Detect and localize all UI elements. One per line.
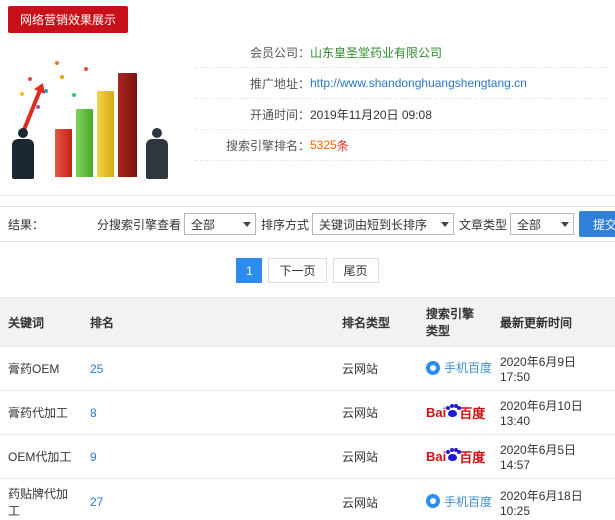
filter-bar: 结果： 分搜索引擎查看 全部 排序方式 关键词由短到长排序 文章类型 全部 提交 xyxy=(0,206,615,242)
page-title: 网络营销效果展示 xyxy=(8,6,129,33)
sort-filter-group: 排序方式 关键词由短到长排序 xyxy=(261,213,454,235)
chart-bar xyxy=(76,109,93,177)
chart-bar xyxy=(55,129,72,177)
rank-type-cell: 云网站 xyxy=(334,478,418,520)
filter-controls: 分搜索引擎查看 全部 排序方式 关键词由短到长排序 文章类型 全部 提交 xyxy=(97,211,615,237)
company-label: 会员公司： xyxy=(249,45,310,60)
header-rank-type: 排名类型 xyxy=(334,297,418,347)
keyword-cell: OEM代加工 xyxy=(0,434,82,479)
last-page-button[interactable]: 尾页 xyxy=(332,258,379,283)
rank-count-label: 搜索引擎排名： xyxy=(225,138,310,153)
table-row: 膏药OEM 25 云网站 Bai百度 手机百度 2020年6月9日 17:50 xyxy=(0,346,615,391)
engine-filter-group: 分搜索引擎查看 全部 xyxy=(97,213,256,235)
updated-cell: 2020年6月5日 14:57 xyxy=(492,434,615,479)
confetti-dot xyxy=(55,61,59,65)
confetti-dot xyxy=(20,92,24,96)
table-row: 药贴牌代加工 27 云网站 Bai百度 手机百度 2020年6月18日 10:2… xyxy=(0,478,615,520)
rank-type-cell: 云网站 xyxy=(334,346,418,391)
chevron-down-icon xyxy=(560,221,569,227)
article-type-filter-group: 文章类型 全部 xyxy=(459,213,574,235)
rank-cell[interactable]: 25 xyxy=(82,346,334,391)
search-engine-cell: Bai百度 手机百度 xyxy=(418,346,492,391)
info-row-open-time: 开通时间： 2019年11月20日 09:08 xyxy=(195,99,607,130)
rank-cell[interactable]: 9 xyxy=(82,434,334,479)
promotion-url-link[interactable]: http://www.shandonghuangshengtang.cn xyxy=(310,76,527,90)
summary-section: 会员公司： 山东皇圣堂药业有限公司 推广地址： http://www.shand… xyxy=(0,33,615,196)
submit-button[interactable]: 提交 xyxy=(578,211,615,237)
mobile-baidu-logo: 手机百度 xyxy=(426,493,492,510)
rank-count-unit: 条 xyxy=(336,138,349,153)
updated-cell: 2020年6月18日 10:25 xyxy=(492,478,615,520)
rank-cell[interactable]: 8 xyxy=(82,390,334,435)
chart-bar xyxy=(118,73,137,177)
updated-cell: 2020年6月9日 17:50 xyxy=(492,346,615,391)
open-time-value: 2019年11月20日 09:08 xyxy=(310,107,432,122)
pagination: 1 下一页 尾页 xyxy=(0,258,615,283)
confetti-dot xyxy=(36,105,40,109)
engine-filter-select[interactable]: 全部 xyxy=(183,213,256,235)
mobile-baidu-icon xyxy=(426,494,440,509)
confetti-dot xyxy=(72,93,76,97)
keyword-cell: 膏药OEM xyxy=(0,346,82,391)
baidu-paw-icon xyxy=(446,406,458,417)
confetti-dot xyxy=(28,77,32,81)
promotion-url-label: 推广地址： xyxy=(249,76,310,91)
member-info-panel: 会员公司： 山东皇圣堂药业有限公司 推广地址： http://www.shand… xyxy=(195,37,615,189)
table-row: OEM代加工 9 云网站 Bai百度 手机百度 2020年6月5日 14:57 xyxy=(0,434,615,479)
engine-filter-label: 分搜索引擎查看 xyxy=(96,217,181,232)
sort-filter-select[interactable]: 关键词由短到长排序 xyxy=(311,213,454,235)
sort-filter-value: 关键词由短到长排序 xyxy=(318,217,427,232)
mobile-baidu-logo: 手机百度 xyxy=(426,359,492,376)
header-engine-type: 搜索引擎类型 xyxy=(418,297,492,347)
chart-bar xyxy=(97,91,114,177)
header-keyword: 关键词 xyxy=(0,297,82,347)
bar-chart-growth-illustration xyxy=(0,37,195,189)
sort-filter-label: 排序方式 xyxy=(260,217,309,232)
confetti-dot xyxy=(60,75,64,79)
keyword-cell: 膏药代加工 xyxy=(0,390,82,435)
confetti-dot xyxy=(84,67,88,71)
table-row: 膏药代加工 8 云网站 Bai百度 手机百度 2020年6月10日 13:40 xyxy=(0,390,615,435)
person-figure xyxy=(12,128,34,179)
rank-count-value: 5325 xyxy=(310,138,337,152)
article-type-filter-label: 文章类型 xyxy=(458,217,507,232)
chevron-down-icon xyxy=(242,221,251,227)
mobile-baidu-icon xyxy=(426,360,440,375)
header-rank: 排名 xyxy=(82,297,334,347)
company-name-link[interactable]: 山东皇圣堂药业有限公司 xyxy=(310,44,442,61)
rank-type-cell: 云网站 xyxy=(334,434,418,479)
person-figure xyxy=(146,128,168,179)
open-time-label: 开通时间： xyxy=(249,107,310,122)
search-engine-cell: Bai百度 手机百度 xyxy=(418,434,492,479)
article-type-filter-select[interactable]: 全部 xyxy=(509,213,574,235)
info-row-url: 推广地址： http://www.shandonghuangshengtang.… xyxy=(195,68,607,99)
info-row-company: 会员公司： 山东皇圣堂药业有限公司 xyxy=(195,37,607,68)
search-engine-cell: Bai百度 手机百度 xyxy=(418,390,492,435)
info-row-rank-count: 搜索引擎排名： 5325 条 xyxy=(195,130,607,161)
rank-cell[interactable]: 27 xyxy=(82,478,334,520)
baidu-logo: Bai 百度 xyxy=(426,405,486,421)
article-type-filter-value: 全部 xyxy=(516,217,541,232)
baidu-paw-icon xyxy=(446,450,458,461)
rank-type-cell: 云网站 xyxy=(334,390,418,435)
updated-cell: 2020年6月10日 13:40 xyxy=(492,390,615,435)
keyword-cell: 药贴牌代加工 xyxy=(0,478,82,520)
page-button-current[interactable]: 1 xyxy=(236,258,263,283)
result-label: 结果： xyxy=(8,217,45,232)
engine-filter-value: 全部 xyxy=(190,217,215,232)
chevron-down-icon xyxy=(440,221,449,227)
baidu-logo: Bai 百度 xyxy=(426,449,486,465)
keyword-ranking-table: 关键词 排名 排名类型 搜索引擎类型 最新更新时间 膏药OEM 25 云网站 B… xyxy=(0,297,615,520)
next-page-button[interactable]: 下一页 xyxy=(268,258,327,283)
search-engine-cell: Bai百度 手机百度 xyxy=(418,478,492,520)
table-header-row: 关键词 排名 排名类型 搜索引擎类型 最新更新时间 xyxy=(0,297,615,347)
header-updated: 最新更新时间 xyxy=(492,297,615,347)
growth-arrow xyxy=(22,89,42,131)
